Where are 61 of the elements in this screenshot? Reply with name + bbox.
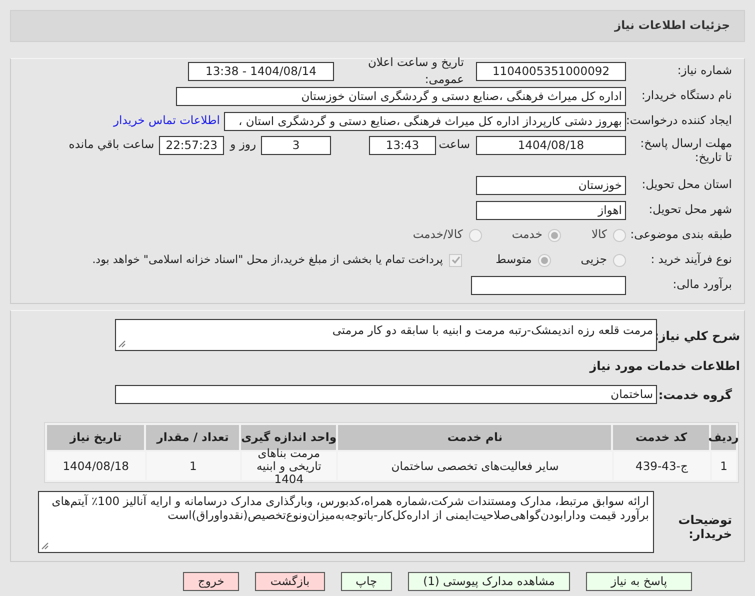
section-heading: اطلاعات خدمات مورد نیاز — [590, 359, 740, 373]
deadline-time-field: 13:43 — [369, 136, 436, 155]
radio-label: خدمت — [512, 226, 542, 244]
field-label: شماره نیاز: — [677, 63, 732, 78]
field-label: ایجاد کننده درخواست: — [626, 113, 732, 128]
field-label: نام دستگاه خریدار: — [641, 88, 732, 102]
requester-field: بهروز دشتی کارپرداز اداره کل میراث فرهنگی ،صنایع دستی و گردشگری استان ، — [224, 112, 626, 130]
radio-label: جزیی — [580, 251, 607, 268]
budget-field[interactable] — [471, 276, 626, 294]
field-label: گروه خدمت: — [658, 388, 732, 402]
resize-grip-icon[interactable] — [41, 542, 49, 550]
city-field: اهواز — [476, 200, 626, 220]
table-cell: 1 — [712, 452, 736, 480]
radio-button[interactable] — [613, 228, 626, 242]
action-button[interactable]: مشاهده مدارک پیوستی (1) — [408, 572, 570, 592]
column-header: نام خدمت — [338, 425, 612, 450]
buyer-org-field: اداره کل میراث فرهنگی ،صنایع دستی و گردشگری استان خوزستان — [176, 86, 626, 106]
field-label: طبقه بندی موضوعی: — [630, 227, 732, 242]
days-field: 3 — [261, 136, 331, 155]
radio-label: متوسط — [496, 251, 532, 268]
payment-checkbox[interactable] — [449, 254, 462, 266]
buyer-contact-link[interactable]: اطلاعات تماس خریدار — [113, 112, 220, 130]
need-number-field: 1104005351000092 — [476, 62, 626, 80]
column-header: تعداد / مقدار — [146, 425, 240, 450]
service-group-field: ساختمان — [115, 385, 657, 404]
resize-grip-icon[interactable] — [118, 340, 126, 348]
payment-note: پرداخت تمام یا بخشی از مبلغ خرید،از محل "اسناد خزانه اسلامی" خواهد بود. — [92, 252, 443, 268]
field-label: نوع فرآیند خرید : — [650, 252, 732, 266]
field-label: برآورد مالی: — [672, 277, 732, 292]
description-textarea[interactable]: مرمت قلعه رزه اندیمشک-رتبه مرمت و ابنیه با سابقه دو کار مرمتی — [115, 319, 657, 351]
radio-button[interactable] — [548, 228, 562, 242]
radio-button[interactable] — [468, 228, 482, 242]
radio-label: كالا — [591, 226, 607, 244]
action-button[interactable]: چاپ — [340, 572, 392, 592]
announce-date-field: 1404/08/14 - 13:38 — [188, 62, 334, 80]
page-title: جزئیات اطلاعات نیاز — [614, 17, 730, 34]
buyer-notes-textarea[interactable]: ارائه سوابق مرتبط، مدارک ومستندات شرکت،شماره همراه،کدبورس، وبارگذاری مدارک درسامانه و ارایه آنالیز 100٪ آیتم‌های برآورد قیمت ودارابودن‌گواهی‌صلاحیت‌ایمنی از اداره‌کل‌کار-باتوجه‌به‌میزان‌ونوع‌تخصیص(نقدواوراق)است — [38, 491, 654, 554]
time-label: ساعت — [438, 136, 470, 153]
field-label: استان محل تحویل: — [642, 177, 732, 192]
field-label: توضیحات خریدار: — [677, 513, 732, 542]
field-label: شهر محل تحویل: — [648, 202, 732, 216]
field-label: تاریخ و ساعت اعلان عمومی: — [368, 54, 464, 86]
table-cell: 1404/08/18 — [47, 452, 145, 480]
field-label: مهلت ارسال پاسخ: تا تاریخ: — [639, 136, 732, 164]
radio-button[interactable] — [538, 254, 551, 266]
table-cell: ج-43-439 — [614, 452, 710, 480]
radio-button[interactable] — [613, 254, 626, 266]
exit-button[interactable]: خروج — [182, 572, 240, 592]
exit-button[interactable]: بازگشت — [255, 572, 325, 592]
radio-label: كالا/خدمت — [412, 226, 463, 244]
table-cell: سایر فعالیت‌های تخصصی ساختمان — [338, 452, 612, 480]
deadline-date-field: 1404/08/18 — [476, 136, 626, 155]
column-header: ردیف — [711, 425, 736, 450]
province-field: خوزستان — [476, 176, 626, 194]
action-button[interactable]: پاسخ به نیاز — [586, 572, 692, 592]
column-header: تاریخ نیاز — [46, 425, 144, 450]
column-header: کد خدمت — [613, 425, 709, 450]
remaining-time-field: 22:57:23 — [159, 136, 224, 155]
remaining-label: ساعت باقي مانده — [68, 136, 154, 153]
days-label: روز و — [230, 136, 256, 153]
table-cell: 1 — [146, 452, 240, 480]
